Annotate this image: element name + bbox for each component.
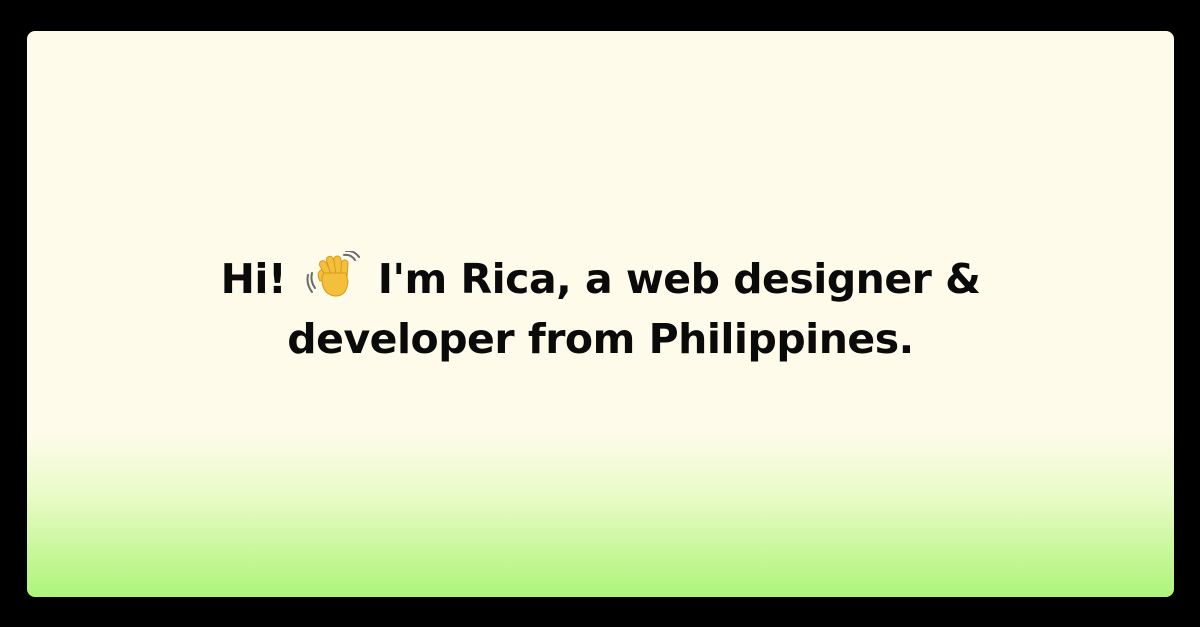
greeting-text: Hi!	[220, 255, 287, 303]
intro-headline: Hi! I'm Rica, a web designer & developer…	[27, 249, 1174, 369]
waving-hand-icon	[306, 251, 360, 299]
hero-card: Hi! I'm Rica, a web designer & developer…	[27, 31, 1174, 597]
intro-text-line1: I'm Rica, a web designer &	[377, 255, 981, 303]
intro-text-line2: developer from Philippines.	[287, 315, 914, 363]
